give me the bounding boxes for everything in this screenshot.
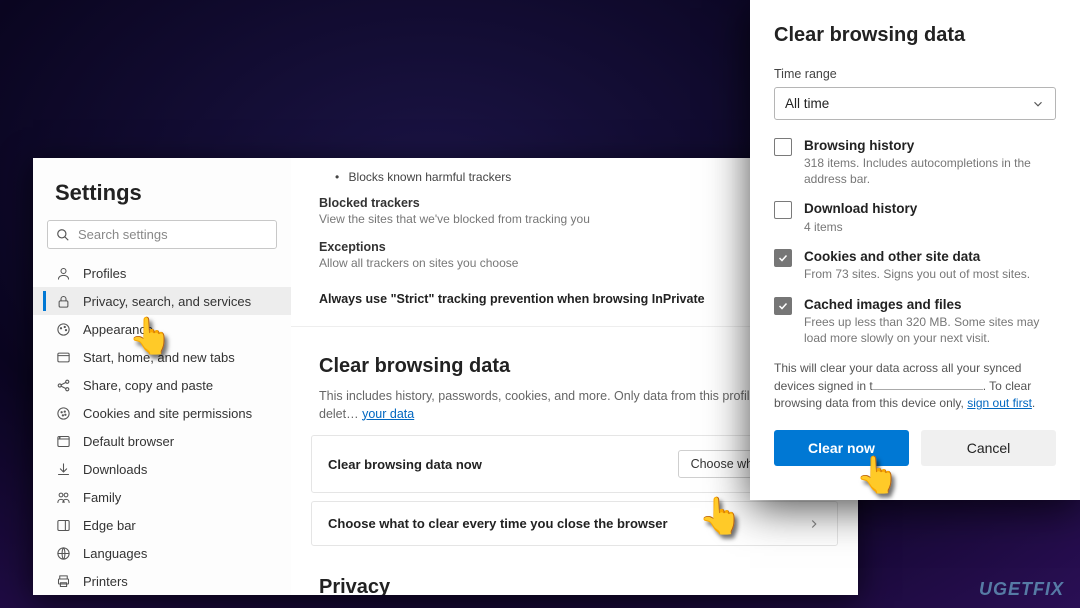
cookie-icon: [55, 405, 71, 421]
sidebar-item-label: Default browser: [83, 434, 174, 449]
sidebar-item-label: Share, copy and paste: [83, 378, 213, 393]
clear-now-label: Clear browsing data now: [328, 457, 482, 472]
time-range-label: Time range: [774, 67, 1056, 81]
sidebar-item-profile[interactable]: Profiles: [33, 259, 291, 287]
sidebar-item-edgebar[interactable]: Edge bar: [33, 511, 291, 539]
settings-window: Settings Search settings Profiles Privacy…: [33, 158, 858, 595]
option-label: Cookies and other site data: [804, 249, 1030, 265]
sidebar-item-label: Privacy, search, and services: [83, 294, 251, 309]
dialog-sync-note: This will clear your data across all you…: [774, 360, 1056, 412]
clear-option-row: Download history 4 items: [774, 201, 1056, 235]
search-settings-input[interactable]: Search settings: [47, 220, 277, 249]
share-icon: [55, 377, 71, 393]
clear-now-button[interactable]: Clear now: [774, 430, 909, 466]
download-icon: [55, 461, 71, 477]
sidebar-item-palette[interactable]: Appearance: [33, 315, 291, 343]
family-icon: [55, 489, 71, 505]
checkbox[interactable]: [774, 138, 792, 156]
sidebar-item-cookie[interactable]: Cookies and site permissions: [33, 399, 291, 427]
lang-icon: [55, 545, 71, 561]
settings-sidebar: Settings Search settings Profiles Privacy…: [33, 158, 291, 595]
clear-on-close-label: Choose what to clear every time you clos…: [328, 516, 668, 531]
manage-your-data-link[interactable]: your data: [362, 407, 414, 421]
sidebar-item-family[interactable]: Family: [33, 483, 291, 511]
sidebar-item-label: Printers: [83, 574, 128, 589]
option-label: Cached images and files: [804, 297, 1056, 313]
time-range-select[interactable]: All time: [774, 87, 1056, 120]
sidebar-item-lang[interactable]: Languages: [33, 539, 291, 567]
palette-icon: [55, 321, 71, 337]
dialog-title: Clear browsing data: [774, 24, 1056, 47]
search-placeholder: Search settings: [78, 227, 168, 242]
sidebar-item-lock[interactable]: Privacy, search, and services: [33, 287, 291, 315]
clear-option-row: Browsing history 318 items. Includes auto…: [774, 138, 1056, 187]
clear-option-row: Cached images and files Frees up less tha…: [774, 297, 1056, 346]
window-icon: [55, 349, 71, 365]
option-sub: From 73 sites. Signs you out of most sit…: [804, 267, 1030, 283]
lock-icon: [55, 293, 71, 309]
privacy-section-title: Privacy: [291, 554, 858, 595]
printer-icon: [55, 573, 71, 589]
clear-browsing-data-dialog: Clear browsing data Time range All time …: [750, 0, 1080, 500]
dialog-buttons: Clear now Cancel: [774, 430, 1056, 466]
clear-options-list: Browsing history 318 items. Includes auto…: [774, 138, 1056, 346]
edgebar-icon: [55, 517, 71, 533]
watermark: UGETFIX: [979, 579, 1064, 600]
browser-icon: [55, 433, 71, 449]
sidebar-item-printer[interactable]: Printers: [33, 567, 291, 595]
checkbox[interactable]: [774, 201, 792, 219]
option-sub: 4 items: [804, 220, 917, 236]
cancel-button[interactable]: Cancel: [921, 430, 1056, 466]
option-label: Download history: [804, 201, 917, 217]
option-sub: 318 items. Includes autocompletions in t…: [804, 156, 1056, 187]
profile-icon: [55, 265, 71, 281]
checkbox[interactable]: [774, 249, 792, 267]
settings-title: Settings: [33, 180, 291, 220]
chevron-right-icon: [807, 517, 821, 531]
checkbox[interactable]: [774, 297, 792, 315]
sidebar-item-share[interactable]: Share, copy and paste: [33, 371, 291, 399]
time-range-value: All time: [785, 96, 829, 111]
sidebar-item-label: Languages: [83, 546, 147, 561]
sidebar-item-download[interactable]: Downloads: [33, 455, 291, 483]
sidebar-item-label: Cookies and site permissions: [83, 406, 252, 421]
option-label: Browsing history: [804, 138, 1056, 154]
clear-option-row: Cookies and other site data From 73 sites…: [774, 249, 1056, 283]
chevron-down-icon: [1031, 97, 1045, 111]
sidebar-item-label: Edge bar: [83, 518, 136, 533]
clear-on-close-row[interactable]: Choose what to clear every time you clos…: [311, 501, 838, 546]
sidebar-item-label: Appearance: [83, 322, 153, 337]
sign-out-first-link[interactable]: sign out first: [967, 396, 1032, 410]
sidebar-item-label: Downloads: [83, 462, 147, 477]
search-icon: [56, 228, 70, 242]
sidebar-item-label: Start, home, and new tabs: [83, 350, 235, 365]
sidebar-item-label: Profiles: [83, 266, 126, 281]
sidebar-item-browser[interactable]: Default browser: [33, 427, 291, 455]
option-sub: Frees up less than 320 MB. Some sites ma…: [804, 315, 1056, 346]
sidebar-item-label: Family: [83, 490, 121, 505]
settings-nav: Profiles Privacy, search, and services App…: [33, 259, 291, 595]
sidebar-item-window[interactable]: Start, home, and new tabs: [33, 343, 291, 371]
